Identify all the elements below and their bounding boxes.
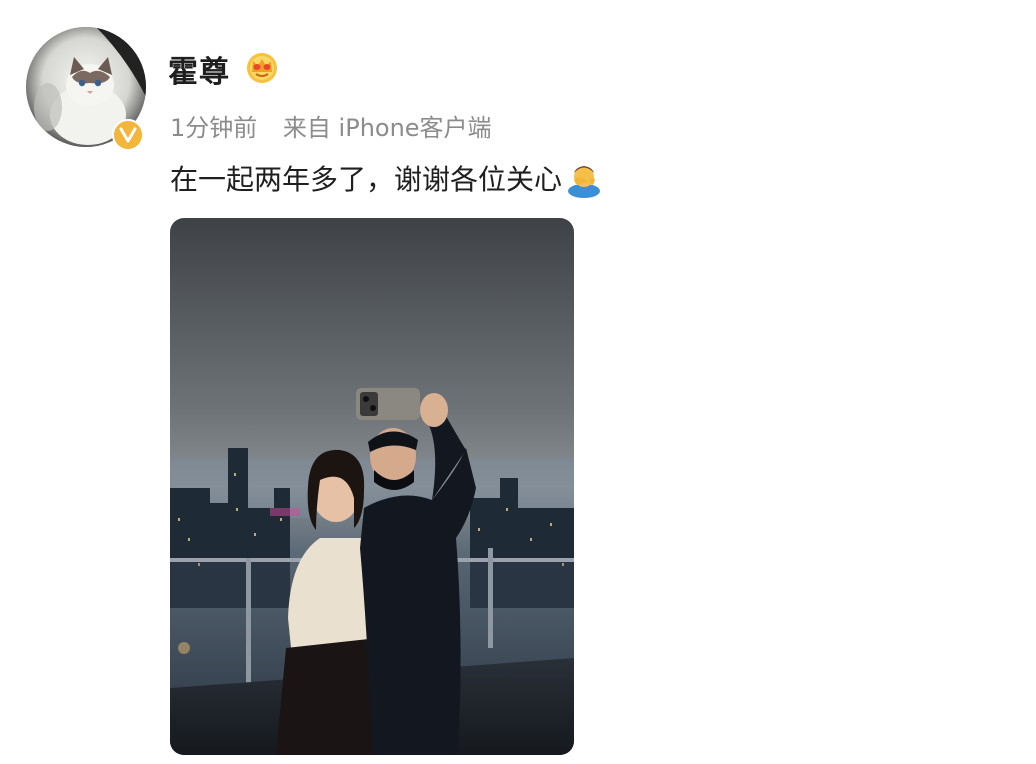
post-image[interactable]	[170, 218, 574, 755]
v-glyph-icon	[119, 127, 137, 143]
post-meta: 1分钟前 来自 iPhone客户端	[170, 108, 492, 143]
author-name[interactable]: 霍尊	[168, 47, 230, 91]
facepalm-svg-icon	[568, 166, 601, 198]
facepalm-emoji-icon	[564, 158, 604, 198]
verified-v-icon	[112, 119, 144, 151]
crown-icon[interactable]	[244, 49, 280, 85]
post-source[interactable]: 来自 iPhone客户端	[283, 114, 492, 142]
post-text-row: 在一起两年多了，谢谢各位关心	[170, 158, 604, 198]
post-time[interactable]: 1分钟前	[170, 114, 257, 142]
selfie-photo	[170, 218, 574, 755]
man-figure	[356, 388, 476, 755]
crown-svg-icon	[247, 53, 277, 83]
post-text: 在一起两年多了，谢谢各位关心	[170, 163, 563, 196]
weibo-post: 霍尊 1分钟前 来自 iPhone客户端 在一起两年多了，谢谢各位关心	[0, 0, 1036, 764]
